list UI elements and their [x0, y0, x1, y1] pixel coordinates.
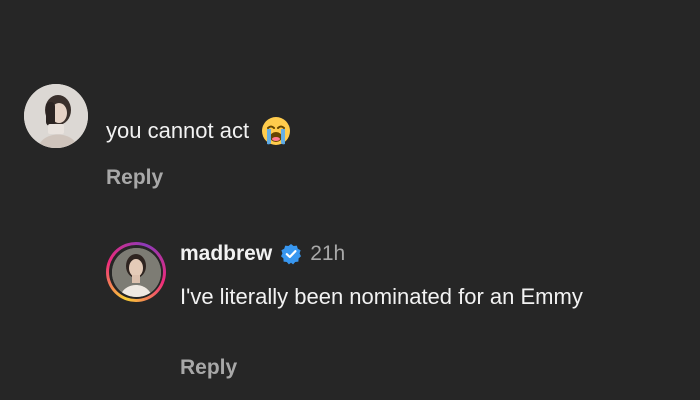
timestamp: 21h — [310, 242, 346, 265]
story-ring[interactable] — [106, 242, 166, 302]
verified-badge-icon — [280, 243, 302, 265]
username-link[interactable]: madbrew — [180, 242, 272, 266]
commenter-avatar[interactable] — [24, 84, 88, 148]
comment-text: you cannot act — [106, 118, 250, 143]
user-photo-icon — [24, 84, 88, 148]
comment: you cannot act Reply — [0, 0, 700, 200]
loudly-crying-face-icon — [261, 116, 291, 146]
comment-text: I've literally been nominated for an Emm… — [180, 284, 583, 309]
comment-header: madbrew 21h — [180, 242, 345, 266]
commenter-avatar — [111, 247, 161, 297]
comments-screen: you cannot act Reply madbrew 21h I've li… — [0, 0, 700, 400]
reply-button[interactable]: Reply — [180, 356, 237, 380]
comment-reply: madbrew 21h I've literally been nominate… — [0, 200, 700, 400]
comment-text-row: you cannot act — [106, 116, 291, 146]
reply-button[interactable]: Reply — [106, 166, 163, 190]
user-photo-icon — [111, 247, 161, 297]
